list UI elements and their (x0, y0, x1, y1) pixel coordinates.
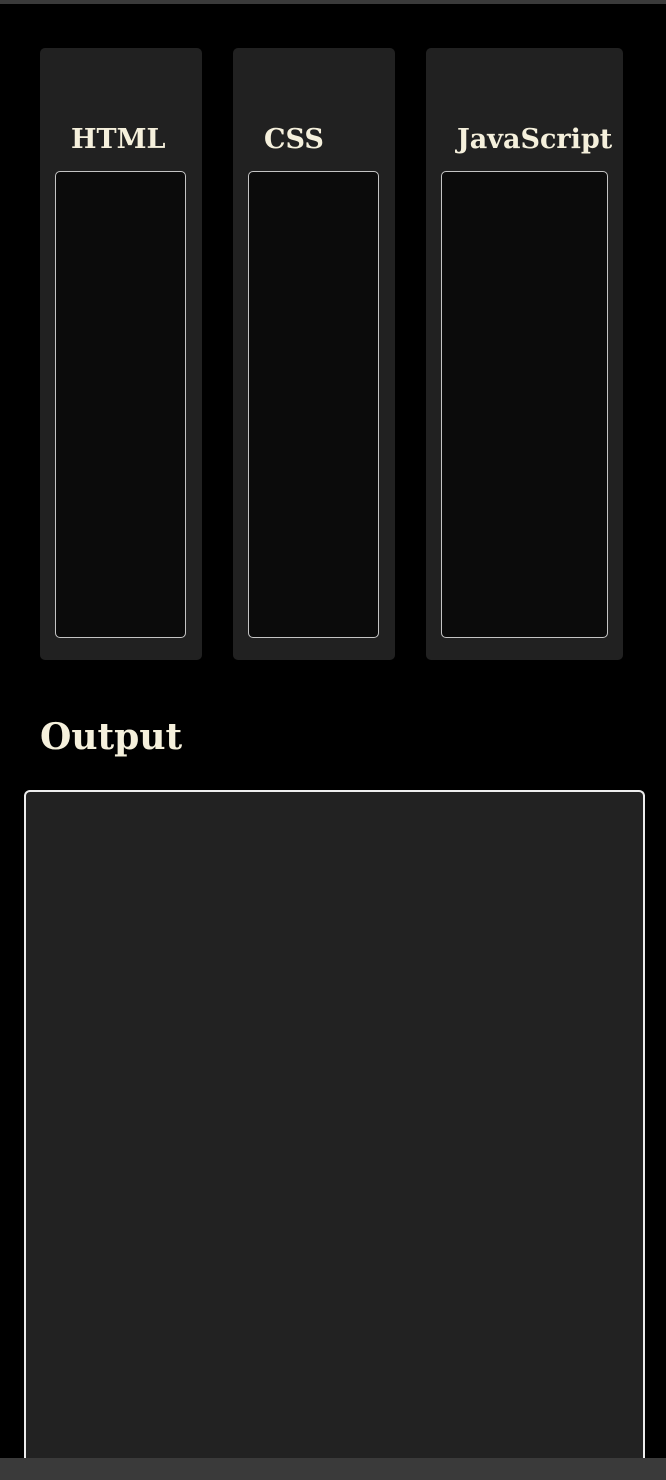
html-code-input[interactable] (55, 171, 186, 638)
output-preview-frame[interactable] (24, 790, 645, 1480)
window-top-bar (0, 0, 666, 4)
js-code-input[interactable] (441, 171, 608, 638)
css-code-input[interactable] (248, 171, 379, 638)
html-panel-title: HTML (71, 124, 166, 155)
output-heading: Output (40, 716, 183, 758)
css-panel-title: CSS (264, 124, 324, 155)
window-bottom-bar (0, 1458, 666, 1480)
html-editor-panel: HTML (40, 48, 202, 660)
js-editor-panel: JavaScript (426, 48, 623, 660)
css-editor-panel: CSS (233, 48, 395, 660)
js-panel-title: JavaScript (457, 124, 613, 155)
